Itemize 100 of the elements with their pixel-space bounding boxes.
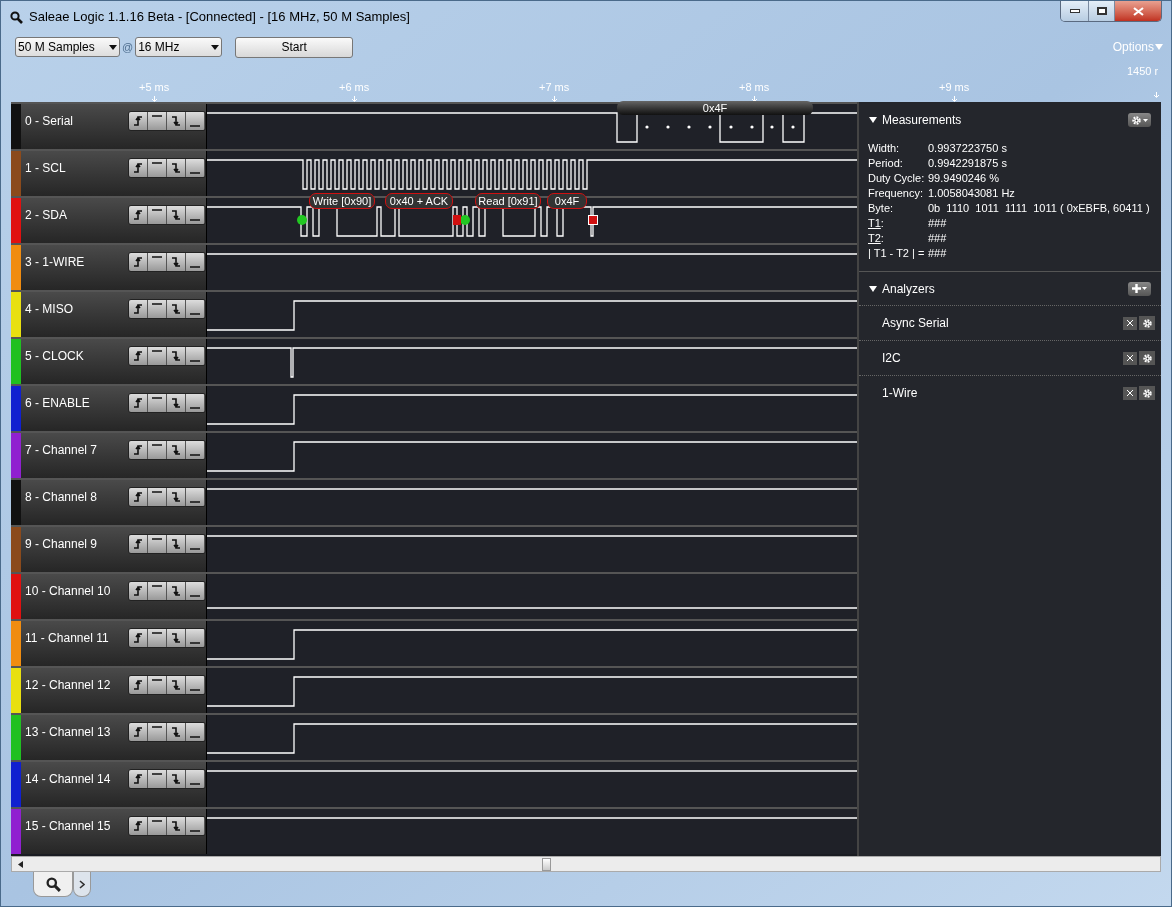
settings-button[interactable]	[1128, 113, 1151, 127]
trigger-button[interactable]	[167, 112, 187, 130]
channel-name: 10 - Channel 10	[25, 583, 112, 600]
analyzer-row[interactable]: Async Serial	[859, 305, 1161, 340]
falling-edge-icon	[172, 210, 181, 220]
trigger-button[interactable]	[148, 770, 168, 788]
tick-arrow-icon	[150, 95, 158, 102]
analyzer-row[interactable]: I2C	[859, 340, 1161, 375]
analyzer-settings-button[interactable]	[1139, 386, 1155, 400]
trigger-button[interactable]	[186, 300, 205, 318]
trigger-button[interactable]	[129, 770, 149, 788]
analyzer-row[interactable]: 1-Wire	[859, 375, 1161, 410]
trigger-button[interactable]	[129, 347, 149, 365]
close-button[interactable]	[1115, 1, 1161, 21]
trigger-button[interactable]	[167, 817, 187, 835]
analyzers-toggle[interactable]: Analyzers	[869, 279, 935, 298]
trigger-button[interactable]	[186, 347, 205, 365]
trigger-button[interactable]	[167, 488, 187, 506]
trigger-button[interactable]	[186, 676, 205, 694]
trigger-button[interactable]	[148, 441, 168, 459]
trigger-button[interactable]	[167, 582, 187, 600]
trigger-button[interactable]	[186, 817, 205, 835]
measurement-label: :	[880, 216, 884, 231]
trigger-button[interactable]	[148, 629, 168, 647]
trigger-button[interactable]	[148, 535, 168, 553]
trigger-button[interactable]	[186, 535, 205, 553]
trigger-button[interactable]	[129, 394, 149, 412]
trigger-button[interactable]	[186, 770, 205, 788]
rate-dropdown[interactable]: 16 MHz	[135, 37, 223, 57]
channel-name: 8 - Channel 8	[25, 489, 99, 506]
remove-analyzer-button[interactable]	[1123, 316, 1137, 330]
trigger-button[interactable]	[148, 253, 168, 271]
trigger-button[interactable]	[186, 206, 205, 224]
analyzer-settings-button[interactable]	[1139, 351, 1155, 365]
trigger-button[interactable]	[148, 723, 168, 741]
trigger-button[interactable]	[148, 112, 168, 130]
trigger-button[interactable]	[129, 488, 149, 506]
trigger-button[interactable]	[129, 676, 149, 694]
rising-edge-icon	[134, 633, 143, 643]
trigger-button[interactable]	[167, 535, 187, 553]
trigger-button[interactable]	[186, 159, 205, 177]
trigger-button[interactable]	[167, 629, 187, 647]
trigger-button[interactable]	[129, 535, 149, 553]
next-tab[interactable]	[73, 872, 91, 897]
trigger-button[interactable]	[129, 723, 149, 741]
trigger-button[interactable]	[148, 159, 168, 177]
trigger-button[interactable]	[148, 206, 168, 224]
trigger-button[interactable]	[148, 347, 168, 365]
trigger-button[interactable]	[186, 629, 205, 647]
chevron-right-icon	[79, 879, 85, 889]
remove-analyzer-button[interactable]	[1123, 386, 1137, 400]
trigger-button[interactable]	[148, 300, 168, 318]
trigger-button[interactable]	[129, 817, 149, 835]
trigger-button[interactable]	[186, 112, 205, 130]
trigger-button[interactable]	[167, 206, 187, 224]
add-analyzer-button[interactable]	[1128, 281, 1151, 296]
search-tab[interactable]	[33, 872, 73, 897]
trigger-button[interactable]	[148, 394, 168, 412]
trigger-button[interactable]	[148, 817, 168, 835]
cursor-link[interactable]: T2	[868, 231, 881, 246]
trigger-button[interactable]	[186, 253, 205, 271]
trigger-button[interactable]	[148, 676, 168, 694]
trigger-button[interactable]	[129, 253, 149, 271]
samples-dropdown[interactable]: 50 M Samples	[15, 37, 120, 57]
trigger-button[interactable]	[167, 676, 187, 694]
trigger-button[interactable]	[186, 582, 205, 600]
trigger-button[interactable]	[167, 159, 187, 177]
cursor-link[interactable]: T1	[868, 216, 881, 231]
minimize-button[interactable]	[1061, 1, 1089, 21]
trigger-button[interactable]	[186, 488, 205, 506]
trigger-button[interactable]	[186, 394, 205, 412]
measurements-toggle[interactable]: Measurements	[869, 111, 962, 129]
trigger-button[interactable]	[129, 629, 149, 647]
trigger-button[interactable]	[129, 582, 149, 600]
tick-arrow-icon	[1153, 91, 1160, 98]
horizontal-scrollbar[interactable]	[11, 856, 1161, 872]
start-button[interactable]: Start	[235, 36, 354, 58]
rising-edge-icon	[134, 304, 143, 314]
remove-analyzer-button[interactable]	[1123, 351, 1137, 365]
trigger-button[interactable]	[167, 770, 187, 788]
trigger-button[interactable]	[129, 112, 149, 130]
measurement-label: Frequency:	[868, 186, 924, 201]
trigger-button[interactable]	[167, 394, 187, 412]
trigger-button[interactable]	[129, 300, 149, 318]
scrollbar-thumb[interactable]	[542, 858, 551, 871]
trigger-button[interactable]	[167, 253, 187, 271]
trigger-button[interactable]	[167, 347, 187, 365]
trigger-button[interactable]	[167, 300, 187, 318]
trigger-button[interactable]	[167, 723, 187, 741]
trigger-button[interactable]	[129, 206, 149, 224]
trigger-button[interactable]	[186, 723, 205, 741]
maximize-button[interactable]	[1089, 1, 1115, 21]
trigger-button[interactable]	[167, 441, 187, 459]
trigger-button[interactable]	[129, 159, 149, 177]
trigger-button[interactable]	[186, 441, 205, 459]
trigger-button[interactable]	[148, 582, 168, 600]
trigger-button[interactable]	[148, 488, 168, 506]
analyzer-settings-button[interactable]	[1139, 316, 1155, 330]
trigger-button[interactable]	[129, 441, 149, 459]
rising-edge-icon	[134, 727, 143, 737]
